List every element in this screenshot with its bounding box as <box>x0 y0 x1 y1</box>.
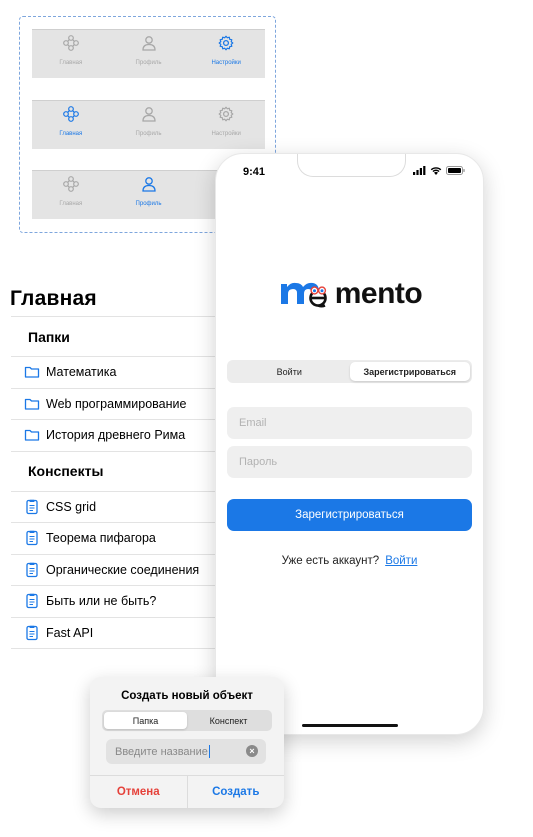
login-tab[interactable]: Войти <box>229 362 350 381</box>
tab-item[interactable]: Настройки <box>187 101 265 149</box>
create-button[interactable]: Создать <box>188 776 285 808</box>
account-prompt-text: Уже есть аккаунт? <box>281 555 380 567</box>
status-icons <box>413 166 465 175</box>
account-prompt-line: Уже есть аккаунт? Войти <box>216 555 483 567</box>
note-icon <box>24 562 46 578</box>
folder-row[interactable]: Web программирование <box>11 389 221 420</box>
memento-logo-mark-icon <box>280 282 327 308</box>
note-icon <box>24 593 46 609</box>
list-item-label: Теорема пифагора <box>46 531 156 546</box>
tab-label: Настройки <box>211 60 241 66</box>
list-item-label: Fast API <box>46 625 94 640</box>
note-row[interactable]: Органические соединения <box>11 555 221 586</box>
page-title: Главная <box>10 287 97 310</box>
phone-register-screen: 9:41 mento Войти Зарегистрироваться Emai… <box>215 153 484 735</box>
network-icon <box>62 35 79 56</box>
tab-item[interactable]: Главная <box>32 30 110 78</box>
status-time: 9:41 <box>243 166 266 178</box>
tab-item[interactable]: Главная <box>32 101 110 149</box>
list-item-label: История древнего Рима <box>46 428 186 443</box>
note-row[interactable]: Теорема пифагора <box>11 523 221 555</box>
name-input[interactable]: Введите название × <box>106 739 266 764</box>
tab-item[interactable]: Профиль <box>110 101 188 149</box>
password-field[interactable] <box>227 446 472 478</box>
gear-icon <box>218 35 234 56</box>
tab-item[interactable]: Профиль <box>110 30 188 78</box>
phone-notch <box>297 154 406 177</box>
dialog-title: Создать новый объект <box>121 690 253 702</box>
tab-item[interactable]: Настройки <box>187 30 265 78</box>
list-item-label: CSS grid <box>46 499 97 514</box>
login-link[interactable]: Войти <box>385 555 417 567</box>
person-icon <box>141 35 157 56</box>
folder-icon <box>24 396 46 412</box>
folder-icon <box>24 427 46 443</box>
note-icon <box>24 499 46 515</box>
tab-label: Главная <box>59 201 83 207</box>
main-list: Папки Математика Web программирование Исто… <box>11 316 221 649</box>
tab-label: Настройки <box>211 131 241 137</box>
network-icon <box>62 106 79 127</box>
list-item-label: Математика <box>46 365 117 380</box>
memento-logo: mento <box>216 274 483 314</box>
tab-label: Главная <box>59 60 83 66</box>
folder-option[interactable]: Папка <box>104 712 187 729</box>
tab-item[interactable]: Главная <box>32 171 110 219</box>
note-row[interactable]: Быть или не быть? <box>11 586 221 618</box>
notes-section-header: Конспекты <box>11 452 221 492</box>
wifi-icon <box>430 167 442 175</box>
home-indicator <box>302 724 398 727</box>
folders-list: Математика Web программирование История др… <box>11 357 221 452</box>
list-item-label: Web программирование <box>46 396 187 411</box>
person-icon <box>141 176 157 197</box>
tab-label: Профиль <box>135 60 162 66</box>
folder-icon <box>24 364 46 380</box>
list-item-label: Быть или не быть? <box>46 594 157 609</box>
register-button[interactable]: Зарегистрироваться <box>227 499 472 531</box>
signal-icon <box>413 166 426 175</box>
text-caret <box>208 745 210 758</box>
folders-section-header: Папки <box>11 317 221 357</box>
name-input-placeholder: Введите название <box>115 745 208 758</box>
tabbar-variant-home-active: Главная Профиль Настройки <box>32 100 265 149</box>
list-item-label: Органические соединения <box>46 562 200 577</box>
battery-icon <box>446 166 465 175</box>
folder-row[interactable]: История древнего Рима <box>11 420 221 452</box>
tab-label: Профиль <box>135 131 162 137</box>
tab-label: Профиль <box>135 201 162 207</box>
note-row[interactable]: CSS grid <box>11 492 221 523</box>
logo-text: mento <box>334 277 423 310</box>
email-field[interactable] <box>227 407 472 439</box>
note-row[interactable]: Fast API <box>11 618 221 649</box>
clear-icon[interactable]: × <box>246 745 258 757</box>
gear-icon <box>218 106 234 127</box>
note-option[interactable]: Конспект <box>187 712 270 729</box>
cancel-button[interactable]: Отмена <box>90 776 188 808</box>
notes-list: CSS grid Теорема пифагора Органические сое… <box>11 492 221 649</box>
auth-segmented-control: Войти Зарегистрироваться <box>227 360 472 383</box>
create-object-dialog: Создать новый объект Папка Конспект Введ… <box>90 677 284 808</box>
tab-label: Главная <box>59 131 83 137</box>
note-icon <box>24 530 46 546</box>
person-icon <box>141 106 157 127</box>
folder-row[interactable]: Математика <box>11 357 221 389</box>
register-tab[interactable]: Зарегистрироваться <box>349 362 470 381</box>
note-icon <box>24 625 46 641</box>
network-icon <box>62 176 79 197</box>
dialog-type-segmented-control: Папка Конспект <box>102 710 272 731</box>
dialog-actions: Отмена Создать <box>90 775 284 808</box>
tab-item[interactable]: Профиль <box>110 171 188 219</box>
tabbar-variant-settings-active: Главная Профиль Настройки <box>32 29 265 78</box>
